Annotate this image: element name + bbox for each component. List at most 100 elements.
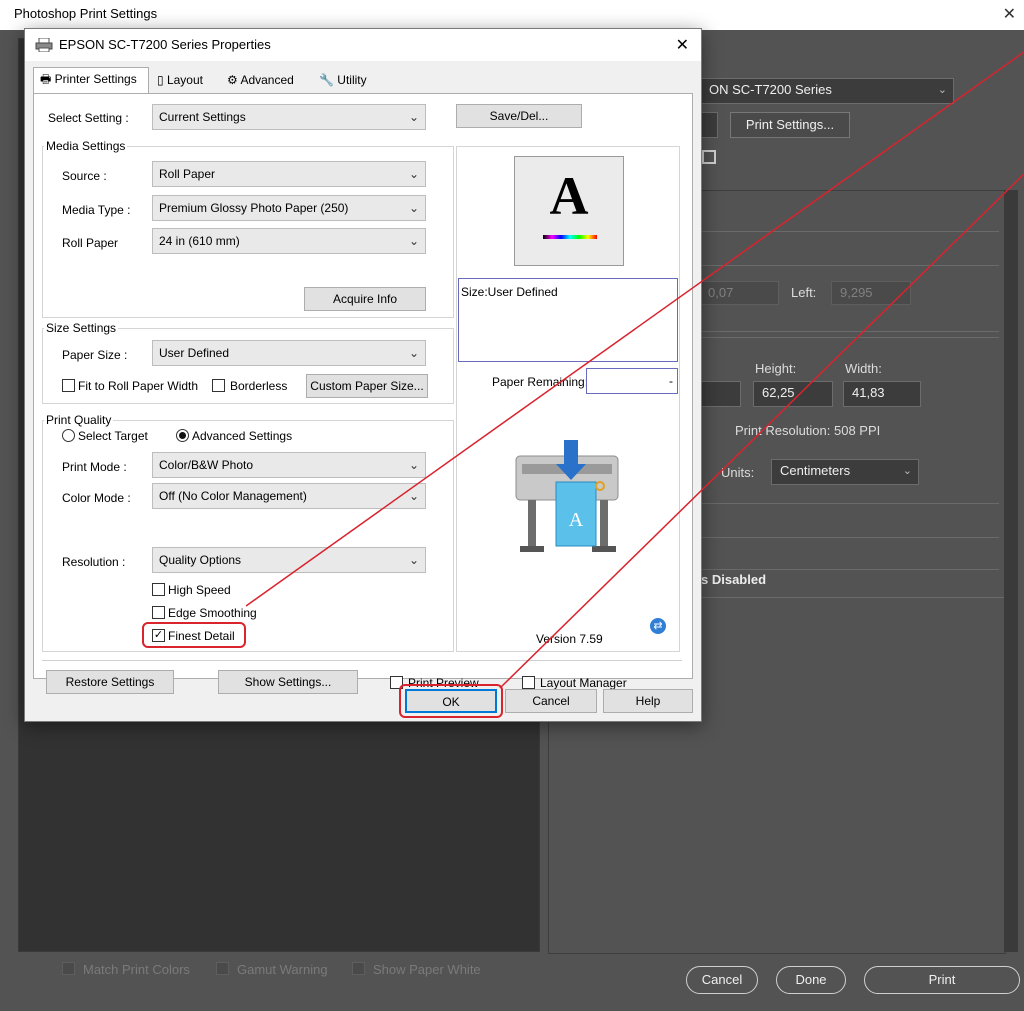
combo-value: Off (No Color Management) (159, 489, 307, 503)
close-icon[interactable]: ✕ (1003, 4, 1016, 24)
select-target-radio[interactable] (62, 429, 75, 442)
borderless-label: Borderless (230, 379, 288, 393)
scale-field[interactable] (699, 381, 741, 407)
show-paper-white-label: Show Paper White (373, 962, 481, 977)
size-settings-title: Size Settings (44, 321, 119, 335)
tab-printer-settings[interactable]: 🖶 Printer Settings (33, 67, 149, 94)
gamut-warning-checkbox[interactable]: Gamut Warning (216, 962, 328, 977)
printer-icon (35, 38, 53, 52)
chevron-down-icon: ⌄ (408, 234, 419, 248)
help-button[interactable]: Help (603, 689, 693, 713)
match-print-colors-label: Match Print Colors (83, 962, 190, 977)
acquire-info-button[interactable]: Acquire Info (304, 287, 426, 311)
top-position-field[interactable]: 0,07 (699, 281, 779, 305)
select-target-label: Select Target (78, 429, 148, 443)
printer-icon: 🖶 (40, 72, 52, 86)
copies-field[interactable] (700, 112, 718, 138)
tab-layout[interactable]: ▯ Layout (151, 69, 221, 93)
borderless-checkbox[interactable] (212, 379, 225, 392)
print-settings-button[interactable]: Print Settings... (730, 112, 850, 138)
tab-label: Utility (337, 73, 367, 87)
printer-select[interactable]: ON SC-T7200 Series ⌄ (700, 78, 954, 104)
media-settings-title: Media Settings (44, 139, 128, 153)
tab-utility[interactable]: 🔧 Utility (313, 69, 375, 93)
chevron-down-icon: ⌄ (408, 346, 419, 360)
print-mode-combo[interactable]: Color/B&W Photo ⌄ (152, 452, 426, 478)
width-label: Width: (845, 361, 882, 376)
units-select-value: Centimeters (780, 463, 851, 478)
height-field[interactable]: 62,25 (753, 381, 833, 407)
chevron-down-icon: ⌄ (408, 458, 419, 472)
paper-preview: A (514, 156, 624, 266)
advanced-settings-radio[interactable] (176, 429, 189, 442)
paper-size-combo[interactable]: User Defined ⌄ (152, 340, 426, 366)
combo-value: Roll Paper (159, 167, 216, 181)
edge-smoothing-checkbox[interactable] (152, 606, 165, 619)
print-button[interactable]: Print (864, 966, 1020, 994)
tab-label: Layout (166, 73, 203, 87)
combo-value: Color/B&W Photo (159, 458, 254, 472)
layout-manager-label: Layout Manager (540, 676, 627, 690)
cancel-button[interactable]: Cancel (505, 689, 597, 713)
combo-value: Current Settings (159, 110, 246, 124)
window-title: Photoshop Print Settings (14, 6, 158, 21)
roll-paper-combo[interactable]: 24 in (610 mm) ⌄ (152, 228, 426, 254)
chevron-down-icon: ⌄ (408, 489, 419, 503)
custom-paper-size-button[interactable]: Custom Paper Size... (306, 374, 428, 398)
version-text: Version 7.59 (536, 632, 603, 646)
paper-remaining-field: - (586, 368, 678, 394)
select-setting-combo[interactable]: Current Settings ⌄ (152, 104, 426, 130)
preview-glyph: A (549, 166, 589, 226)
dialog-titlebar: EPSON SC-T7200 Series Properties ✕ (25, 29, 701, 61)
width-field[interactable]: 41,83 (843, 381, 921, 407)
layout-manager-checkbox[interactable] (522, 676, 535, 689)
color-bar (543, 235, 597, 239)
edge-smoothing-label: Edge Smoothing (168, 606, 257, 620)
done-button[interactable]: Done (776, 966, 846, 994)
resolution-label: Resolution : (62, 555, 126, 569)
resolution-combo[interactable]: Quality Options ⌄ (152, 547, 426, 573)
printer-select-value: ON SC-T7200 Series (709, 82, 832, 97)
chevron-down-icon: ⌄ (408, 167, 419, 181)
left-label: Left: (791, 285, 817, 300)
units-label: Units: (721, 465, 755, 480)
paper-size-label: Paper Size : (62, 348, 128, 362)
combo-value: 24 in (610 mm) (159, 234, 240, 248)
finest-detail-highlight (142, 622, 246, 648)
color-mode-combo[interactable]: Off (No Color Management) ⌄ (152, 483, 426, 509)
save-del-button[interactable]: Save/Del... (456, 104, 582, 128)
high-speed-checkbox[interactable] (152, 583, 165, 596)
ps-cancel-button[interactable]: Cancel (686, 966, 758, 994)
close-icon[interactable]: ✕ (676, 35, 689, 55)
media-type-label: Media Type : (62, 203, 131, 217)
high-speed-label: High Speed (168, 583, 231, 597)
size-info-text: Size:User Defined (461, 285, 558, 299)
units-select[interactable]: Centimeters ⌄ (771, 459, 919, 485)
print-mode-label: Print Mode : (62, 460, 127, 474)
chevron-down-icon: ⌄ (408, 201, 419, 215)
dialog-title: EPSON SC-T7200 Series Properties (59, 37, 271, 52)
media-type-combo[interactable]: Premium Glossy Photo Paper (250) ⌄ (152, 195, 426, 221)
layout-icon: ▯ (157, 73, 164, 87)
fit-roll-checkbox[interactable] (62, 379, 75, 392)
show-paper-white-checkbox[interactable]: Show Paper White (352, 962, 481, 977)
divider (699, 265, 999, 266)
restore-settings-button[interactable]: Restore Settings (46, 670, 174, 694)
source-combo[interactable]: Roll Paper ⌄ (152, 161, 426, 187)
chevron-down-icon: ⌄ (902, 465, 912, 477)
source-label: Source : (62, 169, 107, 183)
divider (699, 503, 999, 504)
combo-value: Quality Options (159, 553, 242, 567)
ok-button-highlight (399, 684, 503, 718)
divider (42, 660, 682, 661)
combo-value: Premium Glossy Photo Paper (250) (159, 201, 349, 215)
panel-scrollbar[interactable] (1004, 190, 1018, 952)
color-mode-label: Color Mode : (62, 491, 131, 505)
left-position-field[interactable]: 9,295 (831, 281, 911, 305)
update-icon[interactable]: ⇄ (650, 618, 666, 634)
chevron-down-icon: ⌄ (937, 84, 947, 96)
show-settings-button[interactable]: Show Settings... (218, 670, 358, 694)
tab-advanced[interactable]: ⚙ Advanced (221, 69, 311, 93)
portrait-orientation-icon[interactable] (702, 150, 716, 164)
match-print-colors-checkbox[interactable]: Match Print Colors (62, 962, 190, 977)
